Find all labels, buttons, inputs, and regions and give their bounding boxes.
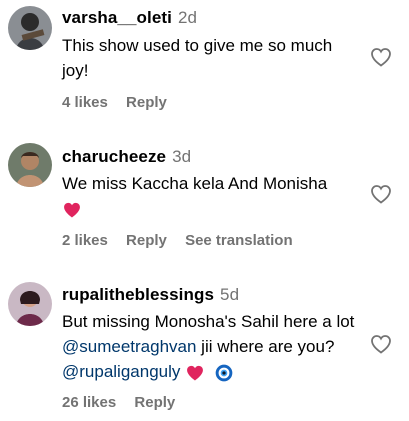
comment-text: We miss Kaccha kela And Monisha bbox=[62, 171, 362, 221]
reply-button[interactable]: Reply bbox=[126, 94, 167, 111]
likes-count[interactable]: 2 likes bbox=[62, 232, 108, 249]
username[interactable]: charucheeze 3d bbox=[62, 147, 191, 167]
comment-meta: 4 likes Reply bbox=[62, 94, 181, 111]
avatar-rupali[interactable] bbox=[8, 282, 52, 326]
username[interactable]: varsha__oleti 2d bbox=[62, 8, 197, 28]
mention-link[interactable]: @rupaliganguly bbox=[62, 362, 180, 381]
see-translation-link[interactable]: See translation bbox=[185, 232, 293, 249]
reply-button[interactable]: Reply bbox=[126, 232, 167, 249]
heart-outline-icon[interactable] bbox=[369, 45, 393, 69]
red-heart-emoji bbox=[64, 202, 80, 218]
username[interactable]: rupalitheblessings 5d bbox=[62, 285, 239, 305]
timestamp: 2d bbox=[177, 8, 198, 27]
likes-count[interactable]: 4 likes bbox=[62, 94, 108, 111]
avatar-image bbox=[8, 282, 52, 326]
comment-meta: 2 likes Reply See translation bbox=[62, 232, 307, 249]
comment-text: But missing Monosha's Sahil here a lot @… bbox=[62, 312, 355, 381]
red-heart-emoji bbox=[187, 365, 204, 381]
mention-link[interactable]: @sumeetraghvan bbox=[62, 337, 196, 356]
timestamp: 5d bbox=[220, 285, 240, 304]
nazar-eye-emoji bbox=[215, 364, 233, 381]
avatar-image bbox=[8, 143, 52, 187]
reply-button[interactable]: Reply bbox=[134, 394, 175, 411]
timestamp: 3d bbox=[172, 147, 192, 166]
heart-outline-icon[interactable] bbox=[369, 182, 393, 206]
avatar-image bbox=[8, 6, 52, 50]
likes-count[interactable]: 26 likes bbox=[62, 394, 116, 411]
comment-text: This show used to give me so much joy! bbox=[62, 36, 333, 80]
comment-meta: 26 likes Reply bbox=[62, 394, 189, 411]
avatar-varsha[interactable] bbox=[8, 6, 52, 50]
avatar-charu[interactable] bbox=[8, 143, 52, 187]
heart-outline-icon[interactable] bbox=[369, 332, 393, 356]
